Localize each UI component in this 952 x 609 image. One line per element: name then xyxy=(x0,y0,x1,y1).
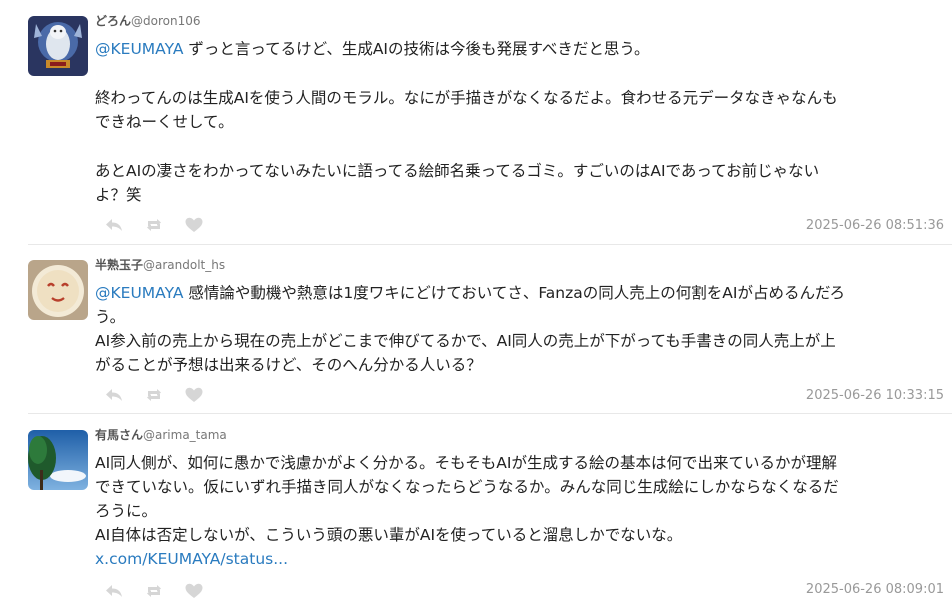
post-content: @KEUMAYA ずっと言ってるけど、生成AIの技術は今後も発展すべきだと思う。… xyxy=(95,37,940,208)
heart-icon[interactable] xyxy=(184,386,204,404)
post-line: AI自体は否定しないが、こういう頭の悪い輩がAIを使っていると溜息しかでないな。 xyxy=(95,526,683,544)
mention-link[interactable]: @KEUMAYA xyxy=(95,284,183,302)
avatar-image xyxy=(28,260,88,320)
heart-icon[interactable] xyxy=(184,216,204,234)
post-header: 有馬さん@arima_tama xyxy=(95,427,227,443)
user-handle[interactable]: @arima_tama xyxy=(143,428,227,442)
avatar[interactable] xyxy=(28,16,88,76)
post-line: あとAIの凄さをわかってないみたいに語ってる絵師名乗ってるゴミ。すごいのはAIで… xyxy=(95,161,820,180)
reply-icon[interactable] xyxy=(104,216,124,234)
post-header: 半熟玉子@arandolt_hs xyxy=(95,257,225,273)
post-line: AI参入前の売上から現在の売上がどこまで伸びてるかで、AI同人の売上が下がっても… xyxy=(95,332,836,350)
display-name[interactable]: 有馬さん xyxy=(95,428,143,442)
post-text: ずっと言ってるけど、生成AIの技術は今後も発展すべきだと思う。 xyxy=(183,40,650,58)
repost-icon[interactable] xyxy=(144,386,164,404)
avatar[interactable] xyxy=(28,430,88,490)
post: 半熟玉子@arandolt_hs @KEUMAYA 感情論や動機や熱意は1度ワキ… xyxy=(0,245,952,413)
mention-link[interactable]: @KEUMAYA xyxy=(95,40,183,58)
post-line: @KEUMAYA ずっと言ってるけど、生成AIの技術は今後も発展すべきだと思う。 xyxy=(95,37,940,62)
post-timestamp[interactable]: 2025-06-26 08:09:01 xyxy=(806,582,944,597)
heart-icon[interactable] xyxy=(184,582,204,600)
post-line: x.com/KEUMAYA/status... xyxy=(95,548,940,572)
post-line: ろうに。 xyxy=(95,502,158,520)
reply-icon[interactable] xyxy=(104,386,124,404)
post-line xyxy=(95,135,940,159)
post-timestamp[interactable]: 2025-06-26 10:33:15 xyxy=(806,388,944,403)
post-line: できねーくせして。 xyxy=(95,113,234,131)
repost-icon[interactable] xyxy=(144,216,164,234)
display-name[interactable]: 半熟玉子 xyxy=(95,258,143,272)
post-line: がることが予想は出来るけど、そのへん分かる人いる？ xyxy=(95,356,482,374)
post-line: できていない。仮にいずれ手描き同人がなくなったらどうなるか。みんな同じ生成絵にし… xyxy=(95,478,839,496)
post-content: @KEUMAYA 感情論や動機や熱意は1度ワキにどけておいてさ、Fanzaの同人… xyxy=(95,282,940,378)
post-content: AI同人側が、如何に愚かで浅慮かがよく分かる。そもそもAIが生成する絵の基本は何… xyxy=(95,452,940,572)
post-line xyxy=(95,62,940,86)
quoted-post-link[interactable]: x.com/KEUMAYA/status... xyxy=(95,550,288,568)
post-header: どろん@doron106 xyxy=(95,13,201,29)
avatar[interactable] xyxy=(28,260,88,320)
post-line: よ？笑 xyxy=(95,186,142,204)
display-name[interactable]: どろん xyxy=(95,14,131,28)
post: 有馬さん@arima_tama AI同人側が、如何に愚かで浅慮かがよく分かる。そ… xyxy=(0,414,952,609)
reply-icon[interactable] xyxy=(104,582,124,600)
user-handle[interactable]: @arandolt_hs xyxy=(143,258,225,272)
timeline-feed: どろん@doron106 @KEUMAYA ずっと言ってるけど、生成AIの技術は… xyxy=(0,0,952,609)
post-line: @KEUMAYA 感情論や動機や熱意は1度ワキにどけておいてさ、Fanzaの同人… xyxy=(95,282,940,306)
user-handle[interactable]: @doron106 xyxy=(131,14,200,28)
post-line: 終わってんのは生成AIを使う人間のモラル。なにが手描きがなくなるだよ。食わせる元… xyxy=(95,88,838,107)
avatar-image xyxy=(28,16,88,76)
post-text: 感情論や動機や熱意は1度ワキにどけておいてさ、Fanzaの同人売上の何割をAIが… xyxy=(183,284,846,302)
post-timestamp[interactable]: 2025-06-26 08:51:36 xyxy=(806,218,944,233)
repost-icon[interactable] xyxy=(144,582,164,600)
post: どろん@doron106 @KEUMAYA ずっと言ってるけど、生成AIの技術は… xyxy=(0,0,952,244)
avatar-image xyxy=(28,430,88,490)
post-line: AI同人側が、如何に愚かで浅慮かがよく分かる。そもそもAIが生成する絵の基本は何… xyxy=(95,454,837,472)
post-line: う。 xyxy=(95,308,126,326)
